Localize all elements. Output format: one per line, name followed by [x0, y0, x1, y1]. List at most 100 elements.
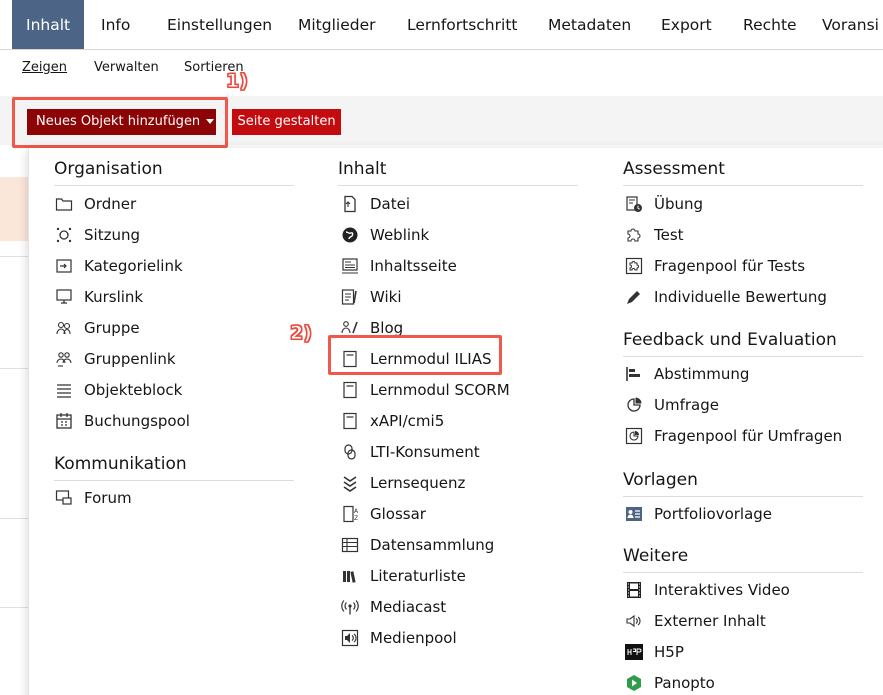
item-kurslink[interactable]: Kurslink [54, 284, 143, 310]
tab-vorschau[interactable]: Voransi [822, 0, 879, 49]
item-datei[interactable]: Datei [340, 191, 410, 217]
item-label: Test [654, 226, 684, 244]
item-gruppe[interactable]: Gruppe [54, 315, 140, 341]
item-buchungspool[interactable]: Buchungspool [54, 408, 190, 434]
item-interaktives-video[interactable]: Interaktives Video [624, 577, 790, 603]
poll-icon [624, 364, 644, 384]
item-label: Portfoliovorlage [654, 505, 773, 523]
content-page-icon [340, 256, 360, 276]
calendar-icon [54, 411, 74, 431]
item-literaturliste[interactable]: Literaturliste [340, 563, 466, 589]
step-marker-1: 1) [226, 70, 249, 93]
survey-pool-icon [624, 426, 644, 446]
item-objekteblock[interactable]: Objekteblock [54, 377, 182, 403]
item-label: Objekteblock [84, 381, 183, 399]
subtab-zeigen[interactable]: Zeigen [22, 60, 67, 75]
item-datensammlung[interactable]: Datensammlung [340, 532, 494, 558]
sub-tabs: Zeigen Verwalten Sortieren [0, 50, 883, 96]
file-icon [340, 194, 360, 214]
item-label: Übung [654, 195, 704, 213]
scorm-module-icon [340, 380, 360, 400]
question-pool-icon [624, 256, 644, 276]
tab-inhalt[interactable]: Inhalt [12, 0, 85, 49]
item-wiki[interactable]: Wiki [340, 284, 402, 310]
category-link-icon [54, 256, 74, 276]
item-weblink[interactable]: Weblink [340, 222, 429, 248]
group-link-icon [54, 349, 74, 369]
item-xapi-cmi5[interactable]: xAPI/cmi5 [340, 408, 444, 434]
item-abstimmung[interactable]: Abstimmung [624, 361, 749, 387]
item-label: Buchungspool [84, 412, 190, 430]
tab-info[interactable]: Info [101, 0, 130, 49]
forum-icon [54, 488, 74, 508]
highlight-lernmodul-ilias [328, 335, 502, 375]
media-pool-icon [340, 628, 360, 648]
item-label: Inhaltsseite [370, 257, 457, 275]
group-title-weitere: Weitere [623, 546, 863, 573]
design-page-button[interactable]: Seite gestalten [232, 109, 341, 135]
group-title-inhalt: Inhalt [338, 159, 578, 186]
speaker-icon [624, 611, 644, 631]
item-uebung[interactable]: Übung [624, 191, 703, 217]
course-link-icon [54, 287, 74, 307]
item-fragenpool-tests[interactable]: Fragenpool für Tests [624, 253, 805, 279]
item-lti-konsument[interactable]: LTI-Konsument [340, 439, 480, 465]
portfolio-template-icon [624, 504, 644, 524]
tab-export[interactable]: Export [661, 0, 712, 49]
highlight-add-button [12, 97, 228, 148]
item-group-icon [54, 380, 74, 400]
item-mediacast[interactable]: Mediacast [340, 594, 446, 620]
item-label: Kurslink [84, 288, 144, 306]
item-externer-inhalt[interactable]: Externer Inhalt [624, 608, 766, 634]
item-lernmodul-scorm[interactable]: Lernmodul SCORM [340, 377, 510, 403]
item-sitzung[interactable]: Sitzung [54, 222, 140, 248]
item-individuelle-bewertung[interactable]: Individuelle Bewertung [624, 284, 827, 310]
item-label: Medienpool [370, 629, 457, 647]
item-panopto[interactable]: Panopto [624, 670, 715, 695]
item-label: Umfrage [654, 396, 719, 414]
item-label: Sitzung [84, 226, 140, 244]
chevrons-down-icon [340, 473, 360, 493]
item-umfrage[interactable]: Umfrage [624, 392, 719, 418]
panopto-logo-icon [624, 673, 644, 693]
item-inhaltsseite[interactable]: Inhaltsseite [340, 253, 457, 279]
item-label: Panopto [654, 674, 715, 692]
svg-text:Z: Z [354, 515, 358, 522]
subtab-verwalten[interactable]: Verwalten [94, 60, 159, 75]
item-lernsequenz[interactable]: Lernsequenz [340, 470, 465, 496]
glossary-icon: AZ [340, 504, 360, 524]
group-title-organisation: Organisation [54, 159, 294, 186]
tab-rechte[interactable]: Rechte [743, 0, 797, 49]
item-gruppenlink[interactable]: Gruppenlink [54, 346, 176, 372]
tab-mitglieder[interactable]: Mitglieder [298, 0, 376, 49]
item-forum[interactable]: Forum [54, 485, 132, 511]
item-ordner[interactable]: Ordner [54, 191, 136, 217]
tab-einstellungen[interactable]: Einstellungen [167, 0, 272, 49]
wiki-icon [340, 287, 360, 307]
item-label: Literaturliste [370, 567, 466, 585]
item-portfoliovorlage[interactable]: Portfoliovorlage [624, 501, 772, 527]
item-label: Individuelle Bewertung [654, 288, 827, 306]
group-title-vorlagen: Vorlagen [623, 470, 863, 497]
tab-lernfortschritt[interactable]: Lernfortschritt [407, 0, 517, 49]
item-label: Lernmodul SCORM [370, 381, 510, 399]
item-label: Glossar [370, 505, 426, 523]
item-fragenpool-umfragen[interactable]: Fragenpool für Umfragen [624, 423, 842, 449]
item-glossar[interactable]: AZ Glossar [340, 501, 426, 527]
item-medienpool[interactable]: Medienpool [340, 625, 457, 651]
broadcast-icon [340, 597, 360, 617]
item-label: Ordner [84, 195, 137, 213]
film-icon [624, 580, 644, 600]
item-h5p[interactable]: H5P [624, 639, 684, 665]
survey-icon [624, 395, 644, 415]
item-label: Fragenpool für Tests [654, 257, 806, 275]
divider [0, 607, 28, 608]
item-test[interactable]: Test [624, 222, 684, 248]
item-label: Wiki [370, 288, 402, 306]
tab-metadaten[interactable]: Metadaten [548, 0, 631, 49]
group-title-kommunikation: Kommunikation [54, 454, 294, 481]
item-label: H5P [654, 643, 684, 661]
item-kategorielink[interactable]: Kategorielink [54, 253, 183, 279]
divider [0, 256, 28, 257]
divider [0, 368, 28, 369]
